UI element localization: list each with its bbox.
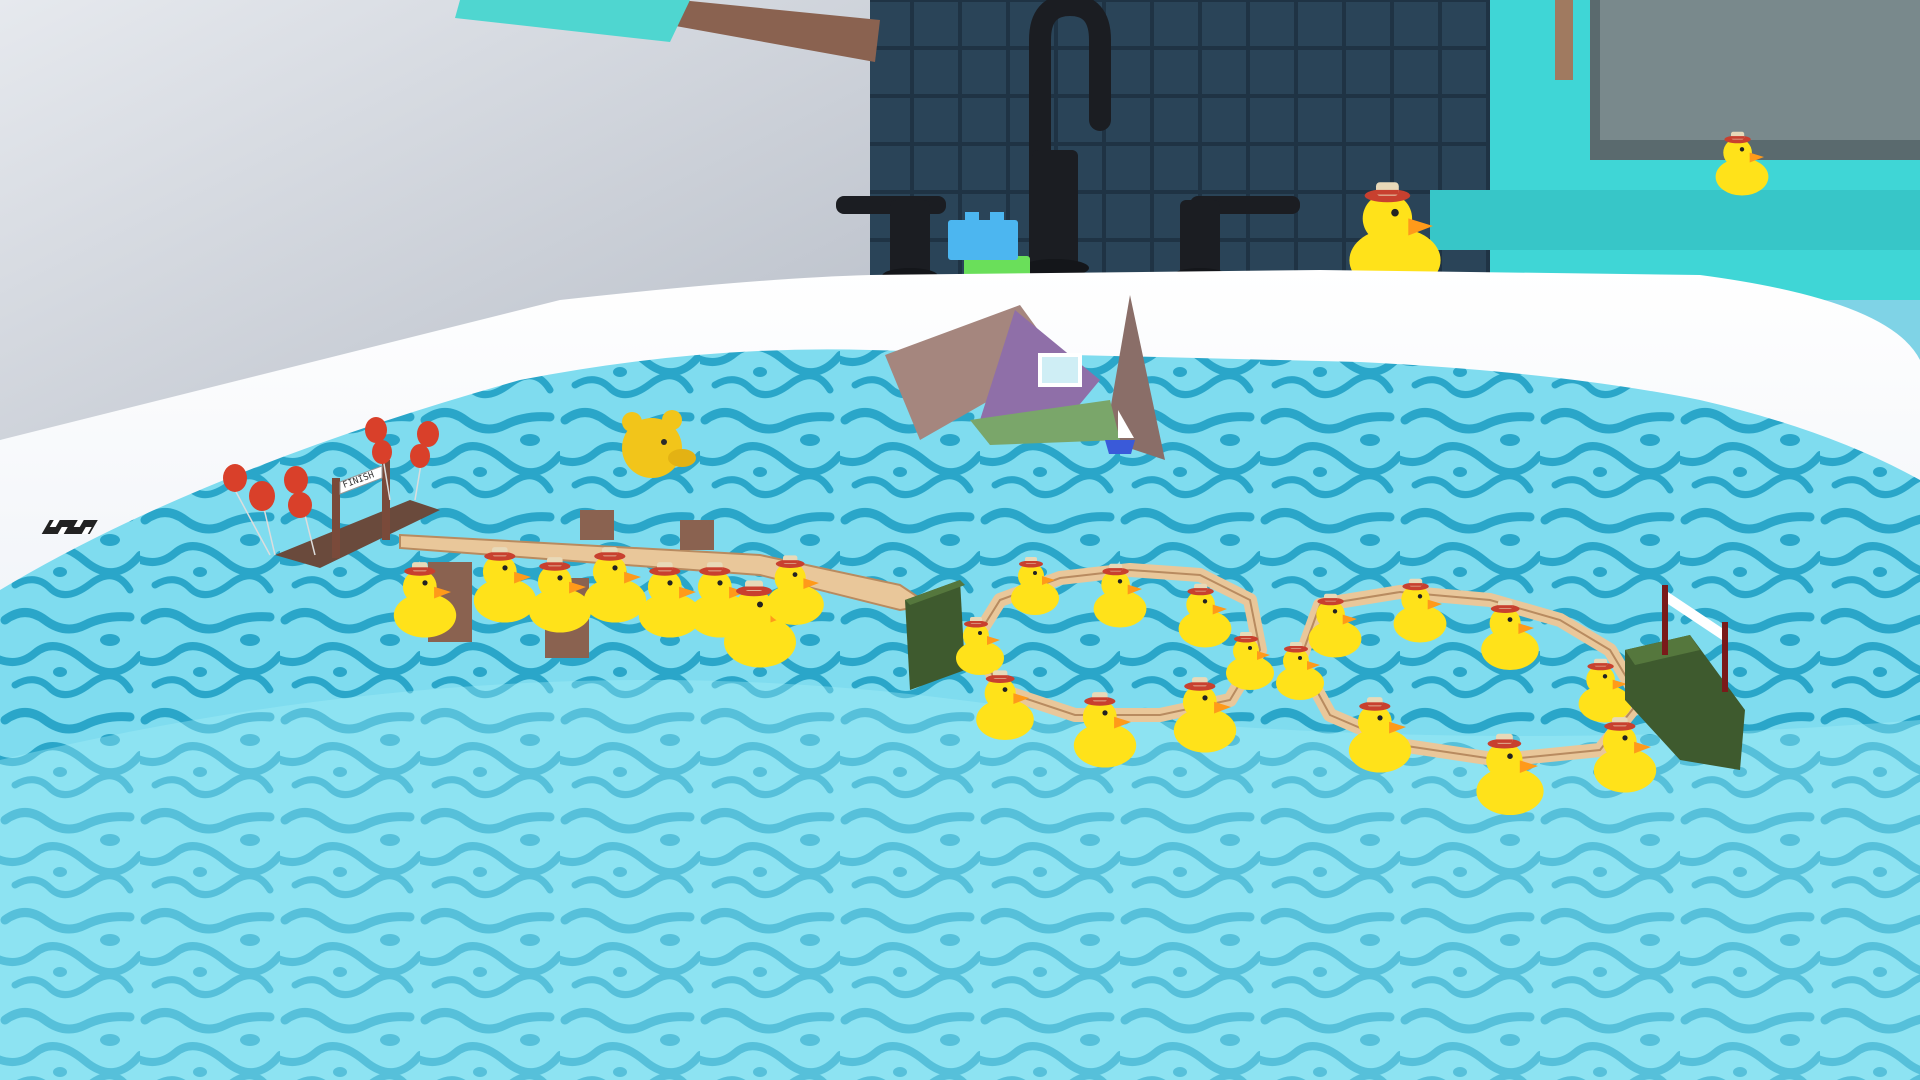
game-viewport[interactable]: FINISH (0, 0, 1920, 1080)
checkered-flag-icon (41, 520, 98, 534)
window-frame (1430, 0, 1920, 300)
